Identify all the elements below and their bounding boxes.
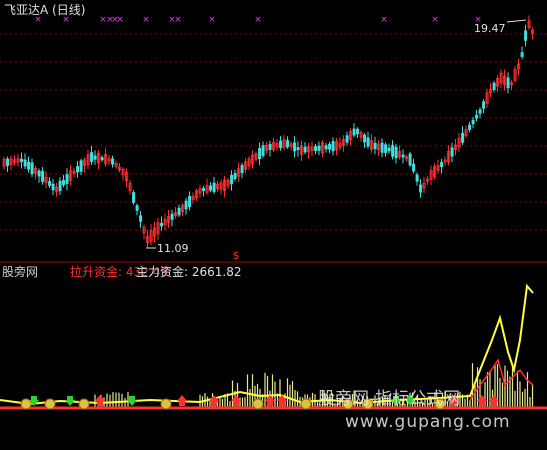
candle-body [352, 128, 356, 136]
indicator-name: 股旁网 [2, 265, 39, 279]
candle-body [184, 200, 188, 210]
candle-body [30, 162, 34, 175]
signal-x-marker: × [254, 15, 262, 25]
candle-body [240, 164, 244, 174]
candle-body [279, 140, 283, 149]
candle-body [111, 158, 115, 165]
signal-dollar-marker: $ [233, 249, 240, 262]
candle-body [76, 165, 80, 173]
candle-body [293, 142, 297, 152]
candle-body [90, 152, 94, 163]
money-bag-icon [252, 398, 264, 410]
stock-chart-window[interactable]: × × × × × × × × × × × × × × 19.47 11.09 $ 飞亚达A (日线) 股旁网 … [0, 0, 547, 446]
high-price-label: 19.47 [474, 22, 506, 35]
candle-body [209, 185, 213, 191]
candle-body [160, 222, 164, 227]
signal-x-marker: × [116, 15, 124, 25]
candle-body [475, 114, 479, 119]
candle-body [471, 119, 475, 125]
candle-body [345, 135, 349, 143]
up-arrow-icon [177, 395, 187, 406]
candle-body [387, 147, 391, 152]
signal-x-marker: × [208, 15, 216, 25]
money-bag-icon [160, 398, 172, 410]
candle-body [468, 124, 472, 130]
candle-body [324, 145, 328, 150]
candle-body [23, 159, 27, 167]
candle-body [482, 101, 486, 109]
candle-body [419, 184, 423, 193]
candle-body [331, 141, 335, 152]
candle-body [48, 181, 52, 186]
candle-body [303, 146, 307, 153]
candle-body [384, 144, 388, 153]
candle-body [261, 145, 265, 156]
candle-body [356, 128, 360, 135]
candle-body [286, 140, 290, 148]
candle-body [524, 30, 528, 41]
candle-body [41, 171, 45, 182]
candle-body [478, 109, 482, 114]
candle-body [415, 174, 419, 182]
candle-body [408, 153, 412, 166]
candle-body [27, 161, 31, 170]
candle-body [412, 163, 416, 172]
high-price-arrow [506, 19, 527, 23]
candle-body [363, 134, 367, 143]
chart-canvas[interactable]: × × × ××× × ×× × × × × ×19.4711.09$ [0, 0, 547, 446]
signal-x-marker: × [142, 15, 150, 25]
candle-body [177, 207, 181, 216]
low-price-label: 11.09 [157, 242, 189, 255]
candle-body [296, 147, 300, 151]
money-bag-icon [300, 398, 312, 410]
candle-body [139, 215, 143, 222]
signal-x-marker: × [380, 15, 388, 25]
candle-body [373, 142, 377, 150]
candle-body [391, 144, 395, 157]
money-bag-icon [44, 398, 56, 410]
signal-x-marker: × [431, 15, 439, 25]
candle-body [394, 146, 398, 159]
candle-body [328, 143, 332, 150]
candle-body [506, 77, 510, 89]
candle-body [37, 170, 41, 177]
candle-body [233, 173, 237, 179]
candle-body [132, 192, 136, 203]
signal-x-marker: × [174, 15, 182, 25]
candle-body [188, 196, 192, 207]
candle-body [170, 213, 174, 220]
candle-body [258, 147, 262, 160]
candle-body [79, 160, 83, 172]
candle-body [401, 154, 405, 158]
candle-body [440, 161, 444, 168]
candle-body [135, 205, 139, 211]
candle-body [51, 183, 55, 191]
candle-body [450, 147, 454, 157]
candle-body [100, 157, 104, 161]
stock-title: 飞亚达A (日线) [4, 3, 86, 17]
candle-body [317, 145, 321, 151]
candle-body [93, 155, 97, 160]
candle-body [461, 132, 465, 143]
candle-body [366, 137, 370, 147]
candle-body [62, 180, 66, 185]
candle-body [268, 144, 272, 150]
candle-body [230, 174, 234, 185]
candle-body [212, 182, 216, 193]
candle-body [6, 158, 10, 166]
candle-body [380, 142, 384, 153]
candle-body [314, 146, 318, 152]
money-bag-icon [78, 398, 90, 410]
candle-body [202, 187, 206, 192]
candle-body [58, 180, 62, 192]
candle-body [20, 158, 24, 163]
watermark-title: 股旁网-指标公式网 [318, 389, 461, 409]
candle-body [492, 82, 496, 90]
candle-body [520, 52, 524, 57]
watermark-url: www.gupang.com [345, 412, 511, 432]
candle-body [65, 174, 69, 184]
main-funds-label: 主力资金: 2661.82 [136, 265, 242, 279]
down-arrow-icon [65, 396, 75, 406]
